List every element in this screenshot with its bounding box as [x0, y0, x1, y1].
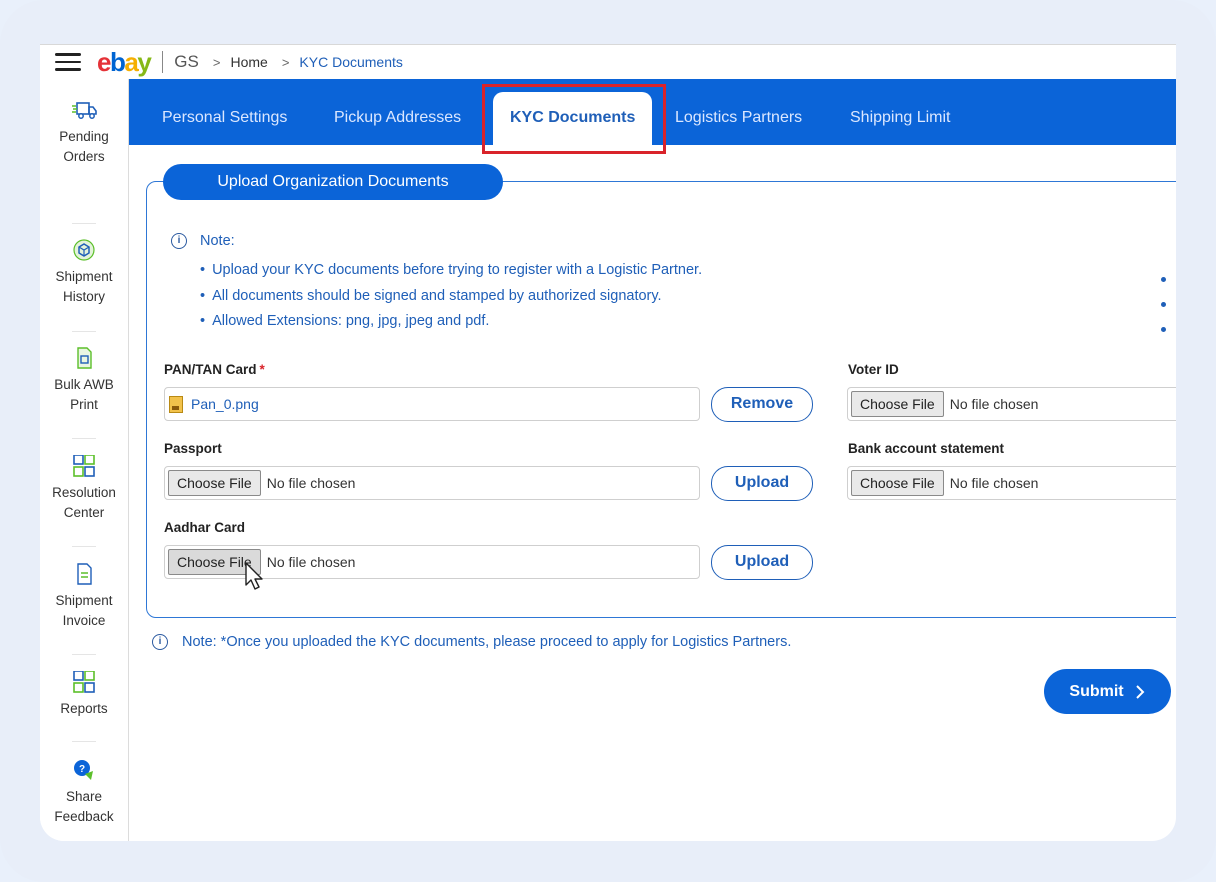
passport-label: Passport: [164, 441, 222, 456]
tab-logistics-partners[interactable]: Logistics Partners: [675, 109, 802, 127]
footer-note: i Note: *Once you uploaded the KYC docum…: [152, 634, 791, 650]
divider: [72, 654, 96, 655]
sidebar-item-pending-orders[interactable]: Pending Orders: [40, 99, 128, 167]
pan-card-file-field[interactable]: Pan_0.png: [164, 387, 700, 421]
sidebar: Pending Orders Shipment History Bulk AWB…: [40, 79, 129, 841]
note-list: Upload your KYC documents before trying …: [200, 262, 702, 339]
invoice-icon: [77, 563, 92, 585]
breadcrumb-current: KYC Documents: [299, 54, 403, 70]
sidebar-item-reports[interactable]: Reports: [40, 671, 128, 719]
voter-id-label: Voter ID: [848, 362, 899, 377]
truck-icon: [72, 102, 97, 119]
note-heading: i Note:: [171, 233, 235, 249]
required-asterisk: *: [259, 362, 265, 377]
chevron-right-icon: [1135, 684, 1145, 699]
submit-button[interactable]: Submit: [1044, 669, 1171, 714]
top-bar: ebay GS > Home > KYC Documents: [40, 44, 1176, 80]
image-file-icon: [169, 395, 183, 413]
tab-shipping-limit[interactable]: Shipping Limit: [850, 109, 951, 127]
file-status: No file chosen: [949, 396, 1039, 412]
menu-icon[interactable]: [55, 53, 81, 71]
sidebar-item-shipment-history[interactable]: Shipment History: [40, 239, 128, 307]
choose-file-button[interactable]: Choose File: [168, 470, 261, 496]
sidebar-item-shipment-invoice[interactable]: Shipment Invoice: [40, 563, 128, 631]
divider: [162, 51, 164, 73]
list-item: Upload your KYC documents before trying …: [200, 262, 702, 288]
sidebar-item-label: Share Feedback: [54, 789, 114, 824]
sidebar-item-label: Resolution Center: [52, 485, 116, 520]
choose-file-button[interactable]: Choose File: [851, 391, 944, 417]
list-item: All documents should be signed and stamp…: [200, 288, 702, 314]
upload-passport-button[interactable]: Upload: [711, 466, 813, 501]
tab-pickup-addresses[interactable]: Pickup Addresses: [334, 109, 461, 127]
sidebar-item-label: Shipment Invoice: [55, 593, 113, 628]
bullet-dot: [1161, 277, 1166, 282]
document-icon: [77, 347, 92, 369]
sidebar-item-bulk-awb-print[interactable]: Bulk AWB Print: [40, 347, 128, 415]
file-status: No file chosen: [949, 475, 1039, 491]
chevron-right-icon: >: [212, 54, 221, 70]
remove-pan-button[interactable]: Remove: [711, 387, 813, 422]
bullet-dot: [1161, 327, 1166, 332]
sidebar-item-label: Pending Orders: [59, 129, 109, 164]
info-icon: i: [152, 634, 168, 650]
upload-aadhar-button[interactable]: Upload: [711, 545, 813, 580]
divider: [72, 223, 96, 224]
tab-personal-settings[interactable]: Personal Settings: [162, 109, 287, 127]
uploaded-file[interactable]: Pan_0.png: [169, 395, 259, 413]
passport-file-field: Choose File No file chosen: [164, 466, 700, 500]
file-status: No file chosen: [266, 475, 356, 491]
aadhar-label: Aadhar Card: [164, 520, 246, 535]
sidebar-item-resolution-center[interactable]: Resolution Center: [40, 455, 128, 523]
svg-text:?: ?: [79, 764, 85, 775]
info-icon: i: [171, 233, 187, 249]
grid-icon: [73, 455, 95, 477]
choose-file-button[interactable]: Choose File: [851, 470, 944, 496]
sidebar-item-share-feedback[interactable]: ? Share Feedback: [40, 759, 128, 827]
bank-statement-label: Bank account statement: [848, 441, 1005, 456]
section-title: Upload Organization Documents: [163, 164, 503, 200]
bullet-dot: [1161, 302, 1166, 307]
chevron-right-icon: >: [281, 54, 290, 70]
app-screen: ebay GS > Home > KYC Documents Pending O…: [40, 44, 1176, 841]
divider: [72, 741, 96, 742]
grid-icon: [73, 671, 95, 693]
divider: [72, 546, 96, 547]
box-icon: [73, 239, 95, 261]
pan-card-label: PAN/TAN Card *: [164, 362, 265, 377]
ebay-logo[interactable]: ebay: [97, 49, 152, 75]
sidebar-item-label: Reports: [60, 701, 108, 716]
divider: [72, 331, 96, 332]
file-status: No file chosen: [266, 554, 356, 570]
divider: [72, 438, 96, 439]
sidebar-item-label: Shipment History: [55, 269, 113, 304]
active-tab-highlight: [482, 84, 666, 154]
org-name: GS: [174, 52, 199, 71]
breadcrumb-home[interactable]: Home: [230, 54, 267, 70]
list-item: Allowed Extensions: png, jpg, jpeg and p…: [200, 313, 702, 339]
chat-icon: ?: [74, 760, 93, 780]
sidebar-item-label: Bulk AWB Print: [54, 377, 114, 412]
mouse-pointer-icon: [245, 562, 263, 590]
bank-statement-file-field: Choose File No file chosen: [847, 466, 1176, 500]
voter-id-file-field: Choose File No file chosen: [847, 387, 1176, 421]
